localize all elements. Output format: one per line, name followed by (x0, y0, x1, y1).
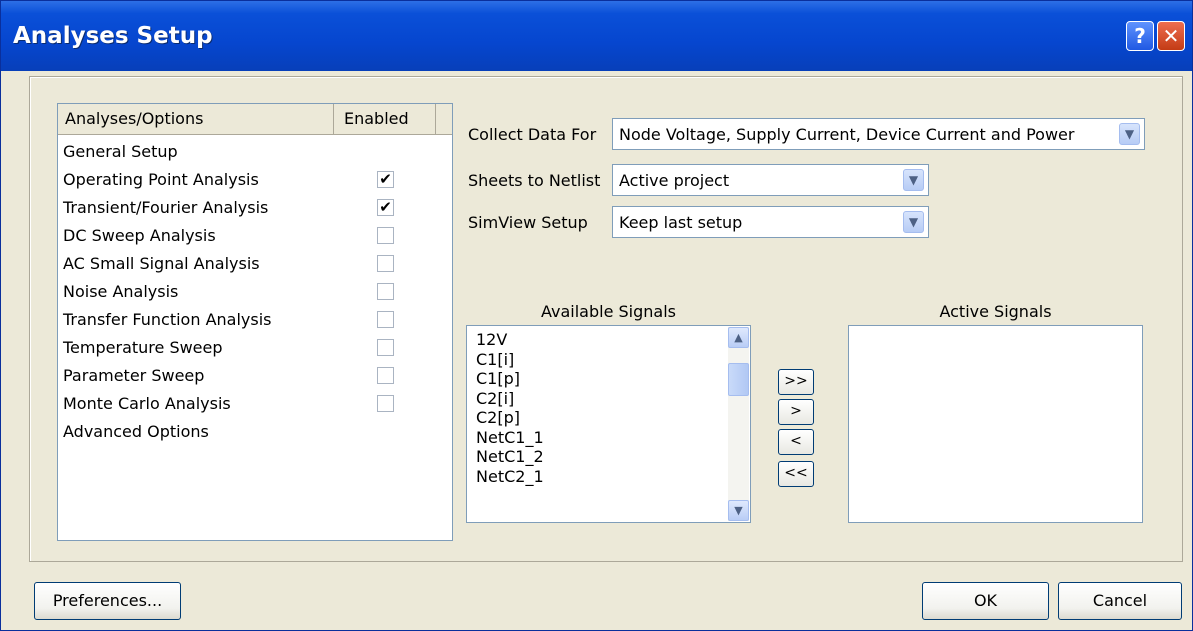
analysis-label: Transient/Fourier Analysis (63, 198, 269, 217)
analysis-label: Advanced Options (63, 422, 209, 441)
analysis-row[interactable]: Advanced Options (58, 418, 438, 446)
analysis-label: Parameter Sweep (63, 366, 205, 385)
analysis-row[interactable]: DC Sweep Analysis (58, 222, 438, 250)
analysis-row[interactable]: Noise Analysis (58, 278, 438, 306)
analysis-row[interactable]: Transient/Fourier Analysis ✔ (58, 194, 438, 222)
simview-setup-select[interactable]: Keep last setup ▼ (612, 206, 929, 238)
analysis-label: Temperature Sweep (63, 338, 223, 357)
signal-list-item[interactable]: 12V (476, 330, 507, 349)
enabled-checkbox[interactable]: ✔ (377, 199, 394, 216)
analysis-row[interactable]: Operating Point Analysis ✔ (58, 166, 438, 194)
analysis-label: General Setup (63, 142, 178, 161)
signal-list-item[interactable]: C1[i] (476, 350, 514, 369)
signal-list-item[interactable]: NetC2_1 (476, 467, 544, 486)
analysis-row[interactable]: Parameter Sweep (58, 362, 438, 390)
close-button[interactable]: ✕ (1157, 21, 1185, 51)
ok-button[interactable]: OK (922, 582, 1049, 620)
collect-data-select[interactable]: Node Voltage, Supply Current, Device Cur… (612, 118, 1145, 150)
analysis-label: Operating Point Analysis (63, 170, 259, 189)
analysis-label: AC Small Signal Analysis (63, 254, 260, 273)
column-header-enabled[interactable]: Enabled (336, 104, 436, 134)
enabled-checkbox[interactable] (377, 367, 394, 384)
active-signals-list[interactable] (848, 325, 1143, 523)
move-all-left-button[interactable]: << (778, 461, 814, 487)
signal-list-item[interactable]: C2[p] (476, 408, 520, 427)
move-all-right-button[interactable]: >> (778, 369, 814, 395)
dialog-title: Analyses Setup (13, 23, 213, 49)
analysis-label: Transfer Function Analysis (63, 310, 272, 329)
signal-list-item[interactable]: C1[p] (476, 369, 520, 388)
scroll-up-icon[interactable]: ▲ (728, 327, 749, 348)
sheets-to-netlist-label: Sheets to Netlist (468, 171, 601, 190)
analyses-setup-dialog: Analyses Setup ? ✕ Analyses/Options Enab… (0, 0, 1193, 631)
scrollbar-thumb[interactable] (728, 363, 749, 396)
list-header: Analyses/Options Enabled (58, 104, 452, 135)
cancel-button[interactable]: Cancel (1058, 582, 1182, 620)
preferences-button[interactable]: Preferences... (34, 582, 181, 620)
analysis-row[interactable]: General Setup (58, 138, 438, 166)
chevron-down-icon[interactable]: ▼ (903, 169, 924, 191)
enabled-checkbox[interactable] (377, 311, 394, 328)
enabled-checkbox[interactable]: ✔ (377, 171, 394, 188)
analyses-options-list: Analyses/Options Enabled General Setup Op… (57, 103, 453, 541)
move-left-button[interactable]: < (778, 429, 814, 455)
column-header-analyses[interactable]: Analyses/Options (58, 104, 334, 134)
chevron-down-icon[interactable]: ▼ (903, 211, 924, 233)
collect-data-label: Collect Data For (468, 125, 597, 144)
analysis-row[interactable]: AC Small Signal Analysis (58, 250, 438, 278)
scrollbar[interactable]: ▲ ▼ (728, 327, 749, 521)
scroll-down-icon[interactable]: ▼ (728, 500, 749, 521)
signal-list-item[interactable]: NetC1_1 (476, 428, 544, 447)
available-signals-label: Available Signals (541, 302, 676, 321)
available-signals-list[interactable]: 12V C1[i] C1[p] C2[i] C2[p] NetC1_1 NetC1_2 Net… (466, 325, 751, 523)
enabled-checkbox[interactable] (377, 395, 394, 412)
analysis-label: Monte Carlo Analysis (63, 394, 231, 413)
signal-list-item[interactable]: NetC1_2 (476, 447, 544, 466)
title-bar: Analyses Setup ? ✕ (1, 1, 1192, 71)
analysis-row[interactable]: Temperature Sweep (58, 334, 438, 362)
help-button[interactable]: ? (1126, 21, 1154, 51)
collect-data-value: Node Voltage, Supply Current, Device Cur… (619, 125, 1075, 144)
enabled-checkbox[interactable] (377, 227, 394, 244)
active-signals-label: Active Signals (939, 302, 1052, 321)
enabled-checkbox[interactable] (377, 339, 394, 356)
analysis-label: DC Sweep Analysis (63, 226, 216, 245)
simview-setup-label: SimView Setup (468, 213, 588, 232)
enabled-checkbox[interactable] (377, 283, 394, 300)
move-right-button[interactable]: > (778, 399, 814, 425)
simview-setup-value: Keep last setup (619, 213, 743, 232)
analysis-row[interactable]: Monte Carlo Analysis (58, 390, 438, 418)
analysis-label: Noise Analysis (63, 282, 179, 301)
sheets-to-netlist-select[interactable]: Active project ▼ (612, 164, 929, 196)
chevron-down-icon[interactable]: ▼ (1119, 123, 1140, 145)
analysis-row[interactable]: Transfer Function Analysis (58, 306, 438, 334)
sheets-to-netlist-value: Active project (619, 171, 730, 190)
signal-list-item[interactable]: C2[i] (476, 389, 514, 408)
enabled-checkbox[interactable] (377, 255, 394, 272)
